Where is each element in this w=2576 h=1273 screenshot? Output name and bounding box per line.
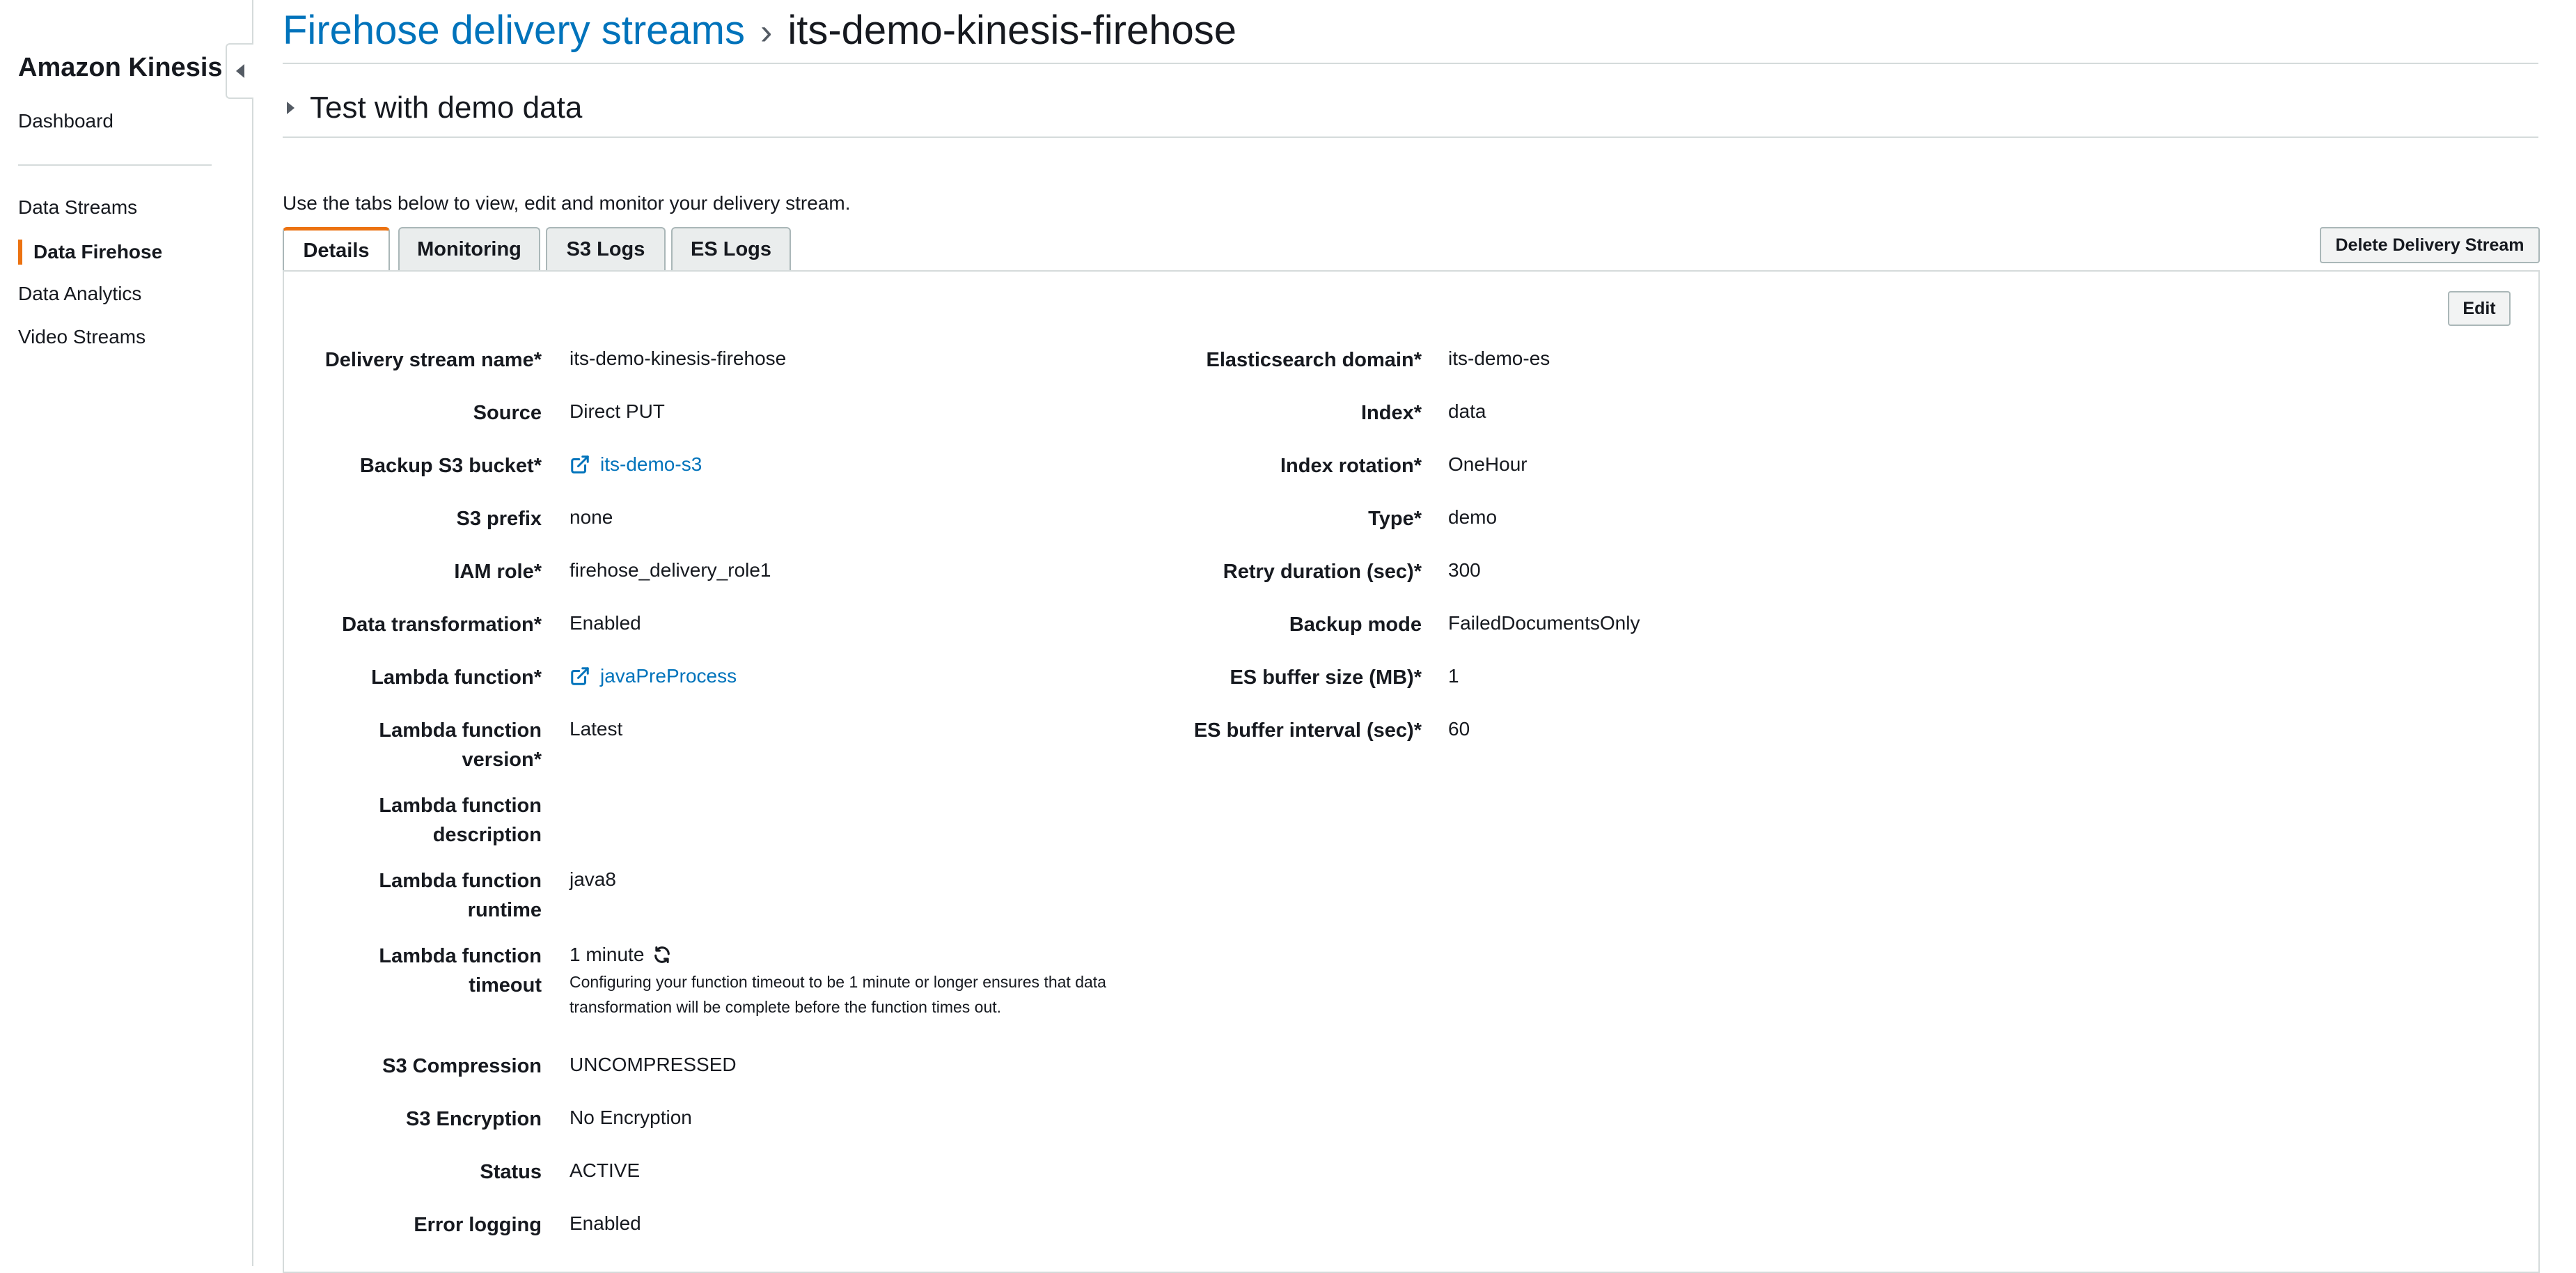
test-demo-data-label: Test with demo data <box>310 91 583 125</box>
sidebar-divider <box>18 164 212 166</box>
status-label: Status <box>480 1161 542 1183</box>
backup-s3-bucket-link[interactable]: its-demo-s3 <box>570 450 702 479</box>
source-value: Direct PUT <box>570 400 665 422</box>
error-logging-value: Enabled <box>570 1212 641 1234</box>
tab-details[interactable]: Details <box>283 227 390 272</box>
section-divider <box>283 136 2538 138</box>
edit-button[interactable]: Edit <box>2448 291 2511 326</box>
header-divider <box>283 63 2538 64</box>
s3-prefix-label: S3 prefix <box>456 508 542 530</box>
tab-es-logs[interactable]: ES Logs <box>671 227 791 270</box>
lambda-function-version-label: Lambda function version* <box>379 719 542 771</box>
delete-delivery-stream-button[interactable]: Delete Delivery Stream <box>2320 227 2540 263</box>
breadcrumb-parent-link[interactable]: Firehose delivery streams <box>283 8 745 53</box>
iam-role-label: IAM role* <box>454 561 542 583</box>
lambda-function-label: Lambda function* <box>371 666 542 689</box>
tab-monitoring[interactable]: Monitoring <box>398 227 540 270</box>
status-value: ACTIVE <box>570 1159 641 1181</box>
sidebar: Amazon Kinesis Dashboard Data Streams Da… <box>0 0 253 1266</box>
es-buffer-size-value: 1 <box>1448 665 1459 687</box>
retry-duration-value: 300 <box>1448 559 1481 581</box>
lambda-function-description-label: Lambda function description <box>379 795 542 846</box>
external-link-icon <box>571 667 589 685</box>
sidebar-collapse-button[interactable] <box>226 43 253 99</box>
delivery-stream-name-value: its-demo-kinesis-firehose <box>570 347 787 369</box>
lambda-function-runtime-value: java8 <box>570 868 616 890</box>
index-rotation-label: Index rotation* <box>1280 455 1422 477</box>
test-demo-data-toggle[interactable]: Test with demo data <box>287 91 582 125</box>
s3-encryption-value: No Encryption <box>570 1107 692 1128</box>
backup-mode-label: Backup mode <box>1289 614 1422 636</box>
index-value: data <box>1448 400 1486 422</box>
backup-mode-value: FailedDocumentsOnly <box>1448 612 1640 634</box>
retry-duration-label: Retry duration (sec)* <box>1223 561 1422 583</box>
external-link-icon <box>571 455 589 474</box>
app-title: Amazon Kinesis <box>18 53 223 82</box>
lambda-timeout-note: Configuring your function timeout to be … <box>570 973 1106 1016</box>
breadcrumb: Firehose delivery streams › its-demo-kines… <box>283 7 1236 54</box>
tab-s3-logs[interactable]: S3 Logs <box>546 227 666 270</box>
lambda-function-link[interactable]: javaPreProcess <box>570 662 737 691</box>
s3-compression-label: S3 Compression <box>382 1055 542 1077</box>
caret-right-icon <box>287 102 294 114</box>
es-buffer-interval-label: ES buffer interval (sec)* <box>1193 719 1422 742</box>
index-rotation-value: OneHour <box>1448 453 1527 475</box>
chevron-right-icon: › <box>760 12 773 52</box>
elasticsearch-domain-value: its-demo-es <box>1448 347 1550 369</box>
intro-text: Use the tabs below to view, edit and mon… <box>283 192 851 214</box>
elasticsearch-domain-label: Elasticsearch domain* <box>1206 349 1422 371</box>
es-buffer-interval-value: 60 <box>1448 718 1470 740</box>
backup-s3-bucket-label: Backup S3 bucket* <box>359 455 542 477</box>
type-label: Type* <box>1368 508 1422 530</box>
lambda-function-timeout-label: Lambda function timeout <box>379 945 542 997</box>
sidebar-item-dashboard[interactable]: Dashboard <box>18 110 113 132</box>
iam-role-value: firehose_delivery_role1 <box>570 559 771 581</box>
sidebar-item-data-firehose[interactable]: Data Firehose <box>18 240 162 265</box>
delivery-stream-name-label: Delivery stream name* <box>324 349 542 371</box>
s3-prefix-value: none <box>570 506 613 528</box>
sidebar-item-data-streams[interactable]: Data Streams <box>18 196 137 219</box>
data-transformation-value: Enabled <box>570 612 641 634</box>
es-buffer-size-label: ES buffer size (MB)* <box>1230 666 1422 689</box>
lambda-function-runtime-label: Lambda function runtime <box>379 870 542 921</box>
type-value: demo <box>1448 506 1498 528</box>
lambda-function-timeout-value: 1 minute <box>570 940 672 969</box>
s3-encryption-label: S3 Encryption <box>406 1108 542 1130</box>
sidebar-item-data-analytics[interactable]: Data Analytics <box>18 283 141 305</box>
caret-left-icon <box>236 64 244 78</box>
sidebar-item-video-streams[interactable]: Video Streams <box>18 326 146 348</box>
error-logging-label: Error logging <box>414 1214 542 1236</box>
index-label: Index* <box>1360 402 1422 424</box>
source-label: Source <box>473 402 542 424</box>
data-transformation-label: Data transformation* <box>342 614 542 636</box>
refresh-icon[interactable] <box>652 945 672 964</box>
backup-s3-bucket-value: its-demo-s3 <box>600 453 702 475</box>
lambda-function-version-value: Latest <box>570 718 623 740</box>
lambda-function-value: javaPreProcess <box>600 665 737 687</box>
page-title: its-demo-kinesis-firehose <box>787 8 1236 53</box>
s3-compression-value: UNCOMPRESSED <box>570 1054 737 1075</box>
